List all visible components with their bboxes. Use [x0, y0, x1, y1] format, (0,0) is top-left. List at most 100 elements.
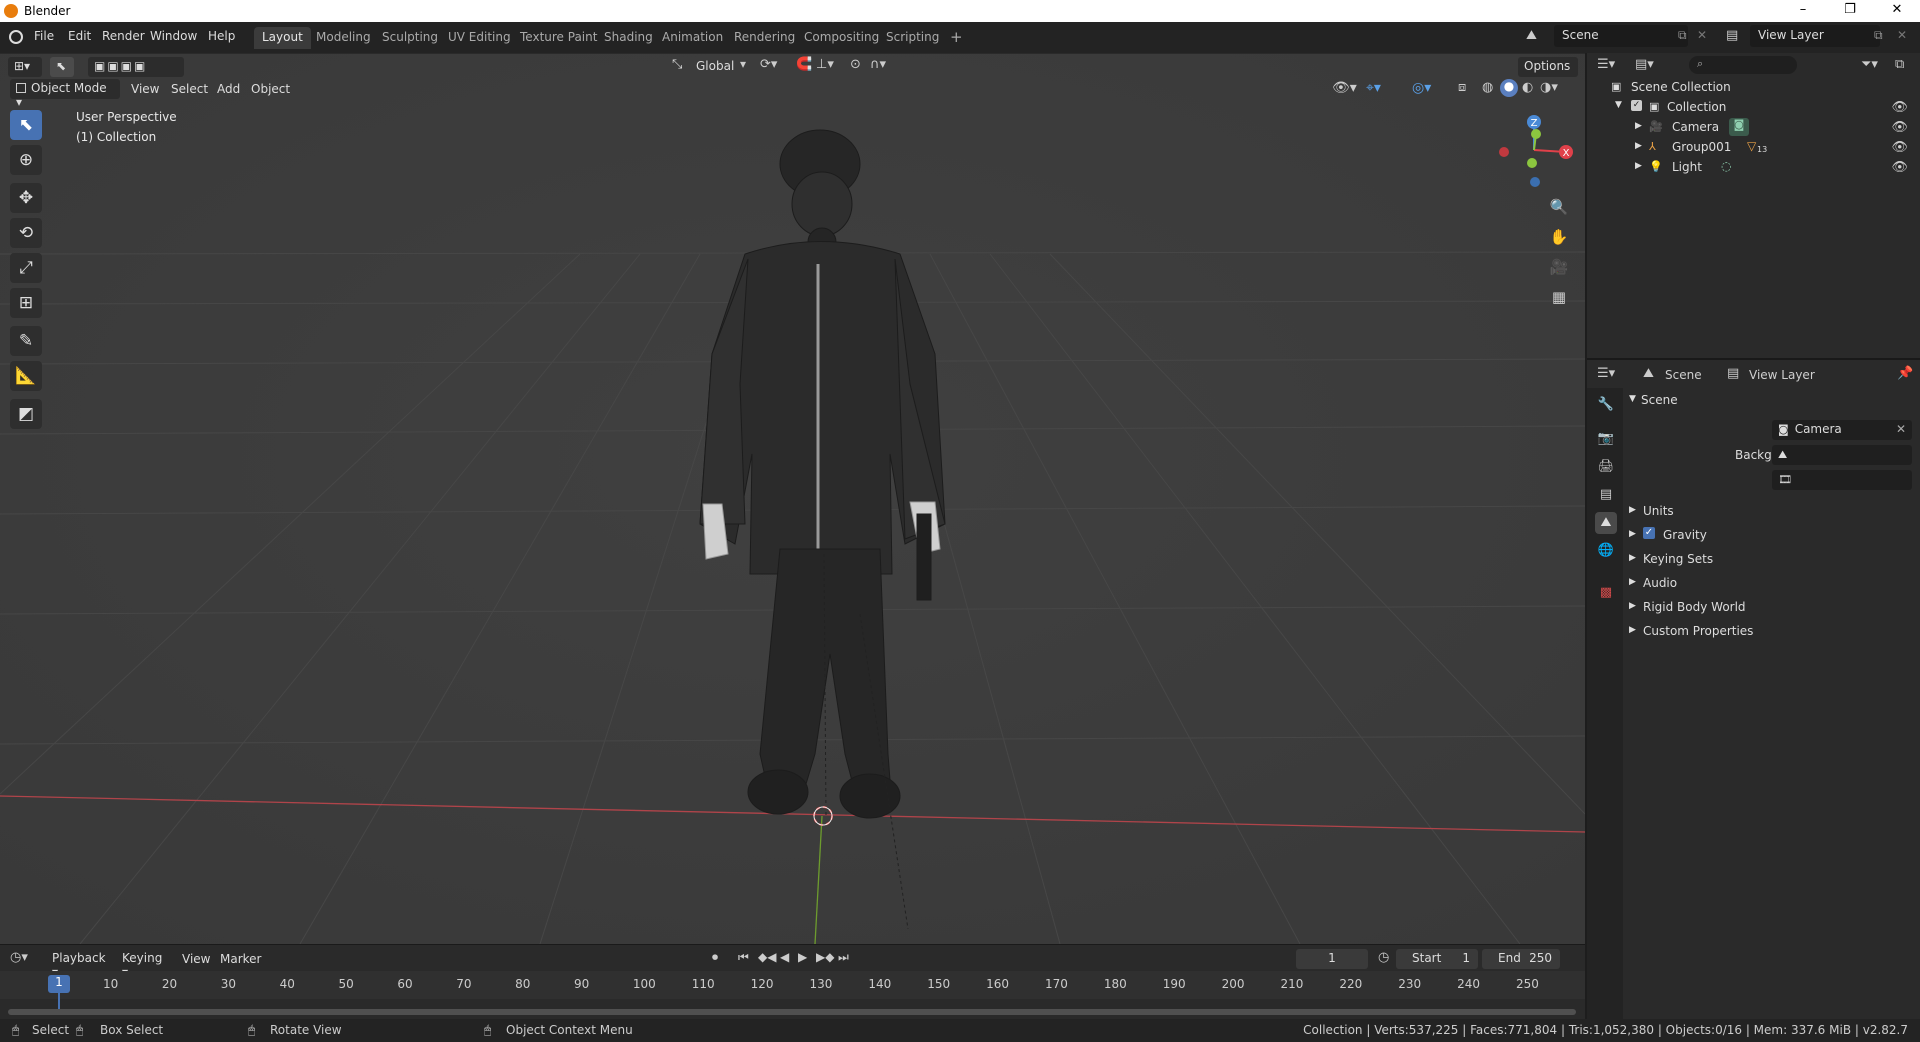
- options-dropdown[interactable]: Options: [1518, 57, 1578, 77]
- ortho-toggle-icon[interactable]: ▦: [1546, 284, 1572, 310]
- gizmo-toggle-icon[interactable]: ⌖▾: [1366, 80, 1381, 96]
- prev-keyframe-icon[interactable]: ◆◀: [758, 950, 776, 964]
- viewport-menu-add[interactable]: Add: [217, 82, 240, 96]
- rigid-body-arrow-icon[interactable]: ▶: [1629, 601, 1636, 611]
- scene-panel-arrow-icon[interactable]: ▼: [1629, 394, 1636, 404]
- wireframe-shading-icon[interactable]: ◍: [1482, 80, 1493, 95]
- viewport-menu-object[interactable]: Object: [251, 82, 290, 96]
- timeline-menu-view[interactable]: View: [182, 952, 210, 966]
- tab-sculpting[interactable]: Sculpting: [374, 27, 446, 49]
- tab-scripting[interactable]: Scripting: [878, 27, 947, 49]
- record-button-icon[interactable]: ⏺: [712, 950, 718, 965]
- pin-icon[interactable]: 📌: [1897, 366, 1913, 381]
- select-tool-icon[interactable]: ⬉: [50, 57, 74, 77]
- menu-window[interactable]: Window: [150, 29, 197, 43]
- group001-visibility-icon[interactable]: 👁: [1891, 140, 1908, 155]
- xray-toggle-icon[interactable]: ⧈: [1458, 80, 1466, 95]
- tab-uv-editing[interactable]: UV Editing: [440, 27, 519, 49]
- audio-arrow-icon[interactable]: ▶: [1629, 577, 1636, 587]
- new-view-layer-icon[interactable]: ⧉: [1874, 28, 1883, 43]
- properties-editor-type-icon[interactable]: ☰▾: [1597, 366, 1615, 381]
- tab-texture-paint[interactable]: Texture Paint: [512, 27, 605, 49]
- rendered-shading-icon[interactable]: ◑▾: [1540, 80, 1558, 95]
- tool-tab-icon[interactable]: 🔧: [1595, 394, 1617, 416]
- editor-type-icon[interactable]: ⊞▾: [8, 57, 42, 77]
- outliner-row-scene-collection[interactable]: ▣ Scene Collection: [1587, 77, 1920, 97]
- visibility-icon[interactable]: 👁▾: [1332, 80, 1357, 96]
- units-panel[interactable]: Units: [1643, 504, 1674, 518]
- proportional-edit-icon[interactable]: ⊙: [850, 57, 861, 72]
- navigation-gizmo[interactable]: Z X: [1486, 110, 1576, 190]
- snap-icon[interactable]: 🧲: [796, 57, 812, 72]
- menu-render[interactable]: Render: [102, 29, 145, 43]
- measure-tool-icon[interactable]: 📐: [10, 361, 42, 391]
- material-shading-icon[interactable]: ◐: [1522, 80, 1533, 95]
- gravity-checkbox[interactable]: ✓: [1643, 527, 1655, 539]
- tab-shading[interactable]: Shading: [596, 27, 661, 49]
- light-visibility-icon[interactable]: 👁: [1891, 160, 1908, 175]
- current-frame-field[interactable]: 1: [1296, 949, 1368, 969]
- active-clip-field[interactable]: 🎞: [1772, 470, 1912, 490]
- jump-end-icon[interactable]: ⏭: [838, 950, 849, 965]
- texture-tab-icon[interactable]: ▩: [1595, 582, 1617, 604]
- gravity-panel[interactable]: Gravity: [1663, 528, 1707, 542]
- background-scene-field[interactable]: ⛰: [1772, 445, 1912, 465]
- pan-view-icon[interactable]: ✋: [1546, 224, 1572, 250]
- view-layer-tab-icon[interactable]: ▤: [1595, 484, 1617, 506]
- filter-icon[interactable]: ⏷▾: [1861, 57, 1878, 72]
- falloff-icon[interactable]: ∩▾: [870, 57, 886, 72]
- play-reverse-icon[interactable]: ◀: [780, 950, 789, 964]
- expand-arrow-icon[interactable]: ▶: [1635, 121, 1642, 131]
- solid-shading-icon[interactable]: ●: [1500, 79, 1518, 97]
- overlay-toggle-icon[interactable]: ◎▾: [1412, 80, 1431, 96]
- collection-visibility-icon[interactable]: 👁: [1891, 100, 1908, 115]
- camera-field[interactable]: ◙ Camera ✕: [1772, 420, 1912, 440]
- tab-rendering[interactable]: Rendering: [726, 27, 803, 49]
- annotate-tool-icon[interactable]: ✎: [10, 326, 42, 356]
- keying-menu[interactable]: Keying ▾: [116, 949, 176, 979]
- add-cube-tool-icon[interactable]: ◩: [10, 399, 42, 429]
- 3d-viewport[interactable]: [0, 53, 1585, 944]
- keying-sets-panel[interactable]: Keying Sets: [1643, 552, 1713, 566]
- playback-menu[interactable]: Playback ▾: [46, 949, 114, 979]
- scale-tool-icon[interactable]: ⤢: [10, 253, 42, 283]
- world-tab-icon[interactable]: 🌐: [1595, 540, 1617, 562]
- scene-tab-icon[interactable]: ⛰: [1595, 512, 1617, 534]
- blender-menu-icon[interactable]: [9, 30, 23, 44]
- next-keyframe-icon[interactable]: ▶◆: [816, 950, 834, 964]
- preview-range-icon[interactable]: ◷: [1378, 950, 1389, 965]
- scene-selector[interactable]: Scene: [1554, 25, 1688, 47]
- minimize-button[interactable]: –: [1788, 2, 1818, 20]
- view-layer-selector[interactable]: View Layer: [1750, 25, 1880, 47]
- outliner-search-input[interactable]: ⌕: [1689, 56, 1797, 74]
- outliner-row-group001[interactable]: ▶ ⅄ Group001 ▽ 13 👁: [1587, 137, 1920, 157]
- start-frame-field[interactable]: Start 1: [1396, 949, 1478, 969]
- play-icon[interactable]: ▶: [798, 950, 807, 964]
- output-tab-icon[interactable]: 🖨: [1595, 456, 1617, 478]
- outliner-row-camera[interactable]: ▶ 🎥 Camera ◙ 👁: [1587, 117, 1920, 137]
- tab-compositing[interactable]: Compositing: [796, 27, 887, 49]
- camera-view-icon[interactable]: 🎥: [1546, 254, 1572, 280]
- tab-layout[interactable]: Layout: [254, 27, 311, 49]
- pivot-point-icon[interactable]: ⟳▾: [760, 57, 777, 72]
- close-window-button[interactable]: ✕: [1882, 2, 1912, 20]
- render-tab-icon[interactable]: 📷: [1595, 428, 1617, 450]
- tab-animation[interactable]: Animation: [654, 27, 731, 49]
- custom-properties-panel[interactable]: Custom Properties: [1643, 624, 1753, 638]
- timeline-menu-marker[interactable]: Marker: [220, 952, 261, 966]
- playhead[interactable]: 1: [48, 975, 70, 993]
- display-mode-icon[interactable]: ▤▾: [1635, 57, 1654, 72]
- camera-data-icon[interactable]: ◙: [1729, 118, 1749, 136]
- outliner-row-collection[interactable]: ▼ ✓ ▣ Collection 👁: [1587, 97, 1920, 117]
- jump-start-icon[interactable]: ⏮: [738, 950, 749, 965]
- transform-tool-icon[interactable]: ⊞: [10, 288, 42, 318]
- object-mode-dropdown[interactable]: Object Mode ▾: [10, 79, 120, 109]
- menu-edit[interactable]: Edit: [68, 29, 91, 43]
- units-panel-arrow-icon[interactable]: ▶: [1629, 505, 1636, 515]
- exclude-checkbox[interactable]: ✓: [1631, 100, 1642, 111]
- mesh-children-icon[interactable]: ▽: [1747, 139, 1756, 153]
- tab-modeling[interactable]: Modeling: [308, 27, 379, 49]
- viewport-menu-select[interactable]: Select: [171, 82, 208, 96]
- menu-file[interactable]: File: [34, 29, 54, 43]
- delete-view-layer-icon[interactable]: ✕: [1897, 28, 1907, 42]
